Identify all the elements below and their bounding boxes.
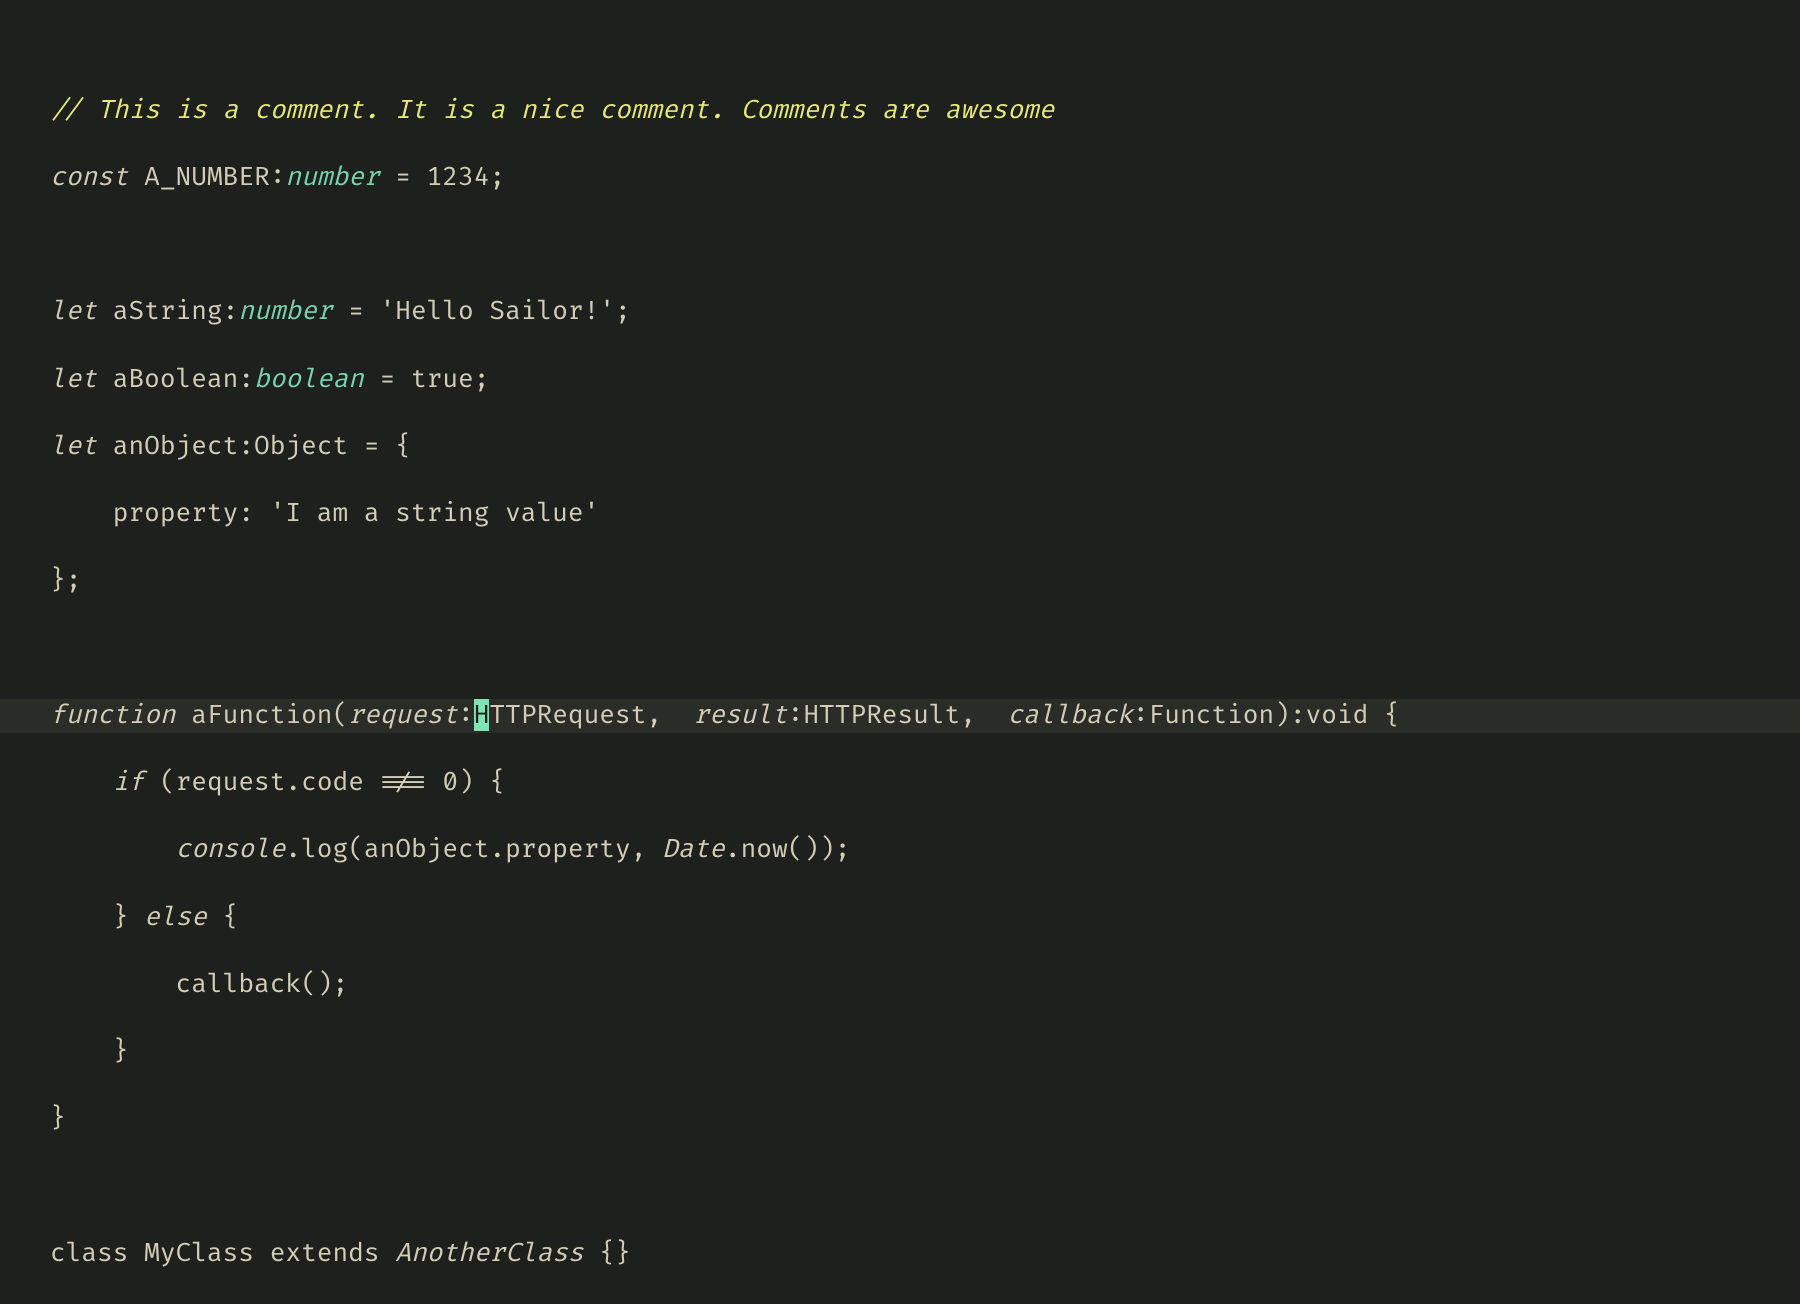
boolean-token: true xyxy=(411,363,474,395)
blank-line xyxy=(50,228,1800,262)
identifier-token: request xyxy=(176,766,286,798)
class-name-token: MyClass xyxy=(128,1237,269,1269)
keyword-token: let xyxy=(50,430,97,462)
string-token: 'I am a string value' xyxy=(270,497,600,529)
function-name-token: aFunction xyxy=(191,699,332,731)
code-line: property: 'I am a string value' xyxy=(50,497,1800,531)
parameter-token: callback xyxy=(1007,699,1133,731)
code-line: } xyxy=(50,1035,1800,1069)
brace-token: {} xyxy=(584,1237,631,1269)
brace-token: { xyxy=(1368,699,1399,731)
string-token: 'Hello Sailor!' xyxy=(380,295,615,327)
number-token: 0 xyxy=(442,766,458,798)
class-name-token: AnotherClass xyxy=(395,1237,583,1269)
type-token: Object xyxy=(254,430,348,462)
code-line: } xyxy=(50,1102,1800,1136)
code-line: if (request.code !== 0) { xyxy=(50,766,1800,800)
identifier-token: A_NUMBER xyxy=(144,161,270,193)
type-token: boolean xyxy=(254,363,364,395)
keyword-token: if xyxy=(113,766,144,798)
identifier-token: anObject xyxy=(364,833,490,865)
identifier-token: aBoolean xyxy=(113,363,239,395)
code-line: const A_NUMBER:number = 1234; xyxy=(50,161,1800,195)
brace-token: } xyxy=(113,901,129,933)
keyword-token: function xyxy=(50,699,176,731)
type-token: Function xyxy=(1149,699,1275,731)
type-token: number xyxy=(238,295,332,327)
brace-token: { xyxy=(223,901,239,933)
method-token: now xyxy=(741,833,788,865)
code-line: class MyClass extends AnotherClass {} xyxy=(50,1237,1800,1271)
code-editor[interactable]: // This is a comment. It is a nice comme… xyxy=(0,0,1800,1304)
text-cursor: H xyxy=(474,699,490,731)
keyword-token: else xyxy=(128,901,222,933)
code-line: } else { xyxy=(50,901,1800,935)
operator-token: !== xyxy=(364,766,442,798)
code-line: let anObject:Object = { xyxy=(50,430,1800,464)
keyword-token: let xyxy=(50,363,97,395)
code-line: callback(); xyxy=(50,968,1800,1002)
identifier-token: aString xyxy=(113,295,223,327)
type-token: TTPRequest xyxy=(489,699,646,731)
property-token: property xyxy=(113,497,239,529)
brace-token: } xyxy=(113,1035,129,1067)
type-token: HTTPResult xyxy=(803,699,960,731)
code-line-active: function aFunction(request:HTTPRequest, … xyxy=(0,699,1800,733)
keyword-token: class xyxy=(50,1237,128,1269)
blank-line xyxy=(50,632,1800,666)
keyword-token: extends xyxy=(270,1237,380,1269)
number-token: 1234 xyxy=(427,161,490,193)
function-call-token: callback xyxy=(176,968,302,1000)
blank-line xyxy=(50,1170,1800,1204)
brace-token: } xyxy=(50,1102,66,1134)
brace-token: { xyxy=(395,430,411,462)
method-token: log xyxy=(301,833,348,865)
property-token: property xyxy=(505,833,631,865)
code-line: // This is a comment. It is a nice comme… xyxy=(50,94,1800,128)
type-token: number xyxy=(285,161,379,193)
code-line: console.log(anObject.property, Date.now(… xyxy=(50,833,1800,867)
identifier-token: anObject xyxy=(113,430,239,462)
code-line: let aBoolean:boolean = true; xyxy=(50,363,1800,397)
builtin-token: Date xyxy=(662,833,725,865)
comment-token: // This is a comment. It is a nice comme… xyxy=(50,94,1054,126)
keyword-token: let xyxy=(50,295,97,327)
code-line: }; xyxy=(50,564,1800,598)
keyword-token: const xyxy=(50,161,128,193)
parameter-token: result xyxy=(693,699,787,731)
builtin-token: console xyxy=(176,833,286,865)
code-line: let aString:number = 'Hello Sailor!'; xyxy=(50,295,1800,329)
return-type-token: void xyxy=(1306,699,1369,731)
property-token: code xyxy=(301,766,364,798)
parameter-token: request xyxy=(348,699,458,731)
brace-token: }; xyxy=(50,564,81,596)
